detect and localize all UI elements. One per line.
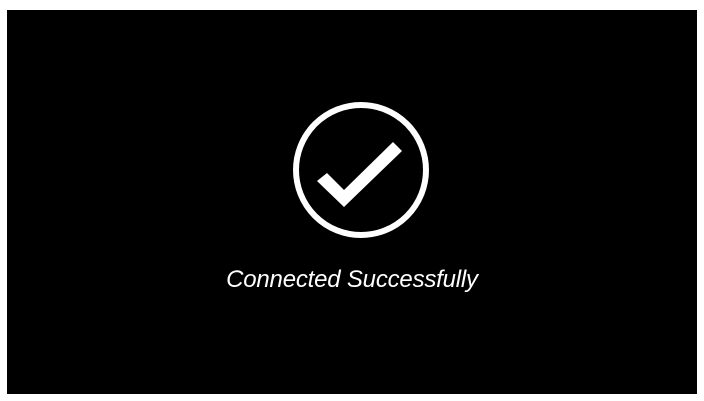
checkmark-circle-icon (293, 102, 429, 238)
connection-status-screen: Connected Successfully (7, 10, 697, 394)
status-message: Connected Successfully (226, 266, 478, 293)
